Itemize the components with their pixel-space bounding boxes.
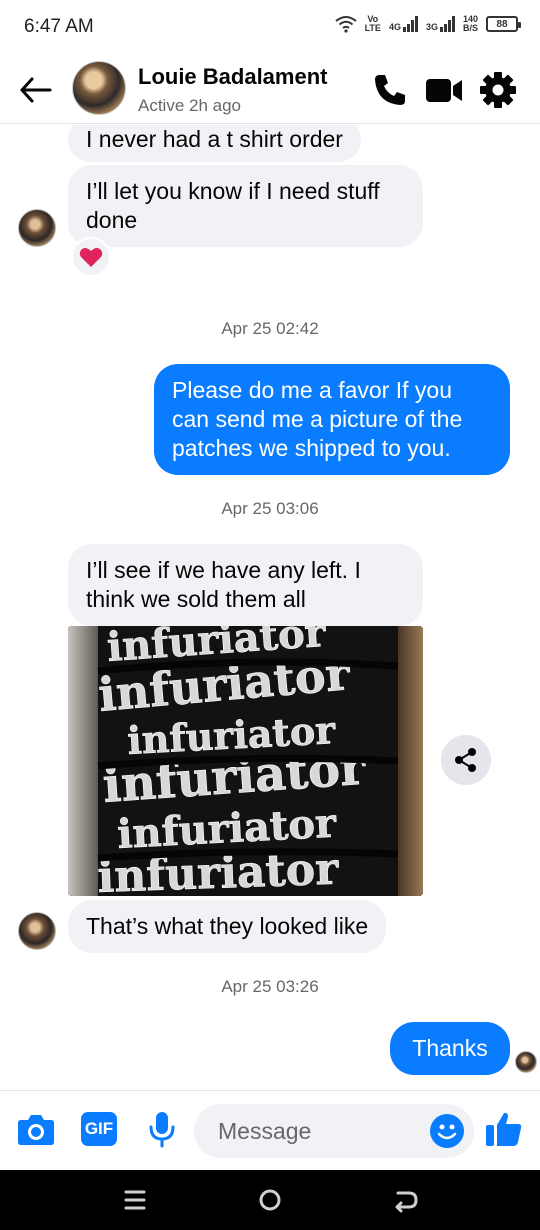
video-camera-icon[interactable] [424,70,464,110]
seen-receipt-avatar [515,1051,537,1073]
incoming-message[interactable]: I never had a t shirt order [68,125,361,162]
gif-button[interactable]: GIF [79,1109,119,1149]
sender-avatar[interactable] [18,209,56,247]
contact-name[interactable]: Louie Badalament [138,64,327,90]
back-arrow-icon[interactable] [18,74,54,106]
emoji-icon [437,1124,457,1140]
signal-1: 4G [389,16,418,32]
message-composer: GIF [0,1090,540,1170]
battery-icon: 88 [486,16,521,32]
signal-bars-icon [402,16,418,32]
outgoing-message[interactable]: Thanks [390,1022,510,1075]
like-button[interactable] [484,1109,524,1149]
signal-2: 3G [426,16,455,32]
status-indicators: Vo LTE 4G 3G 140 B/S 88 [334,14,521,33]
shared-photo[interactable]: infuriator infuriator infuriator infuria… [68,626,423,896]
timestamp-separator: Apr 25 03:06 [221,499,319,518]
message-reaction[interactable] [71,237,111,277]
gif-icon: GIF [81,1112,117,1146]
heart-icon [79,248,103,267]
thumbs-up-icon [486,1112,522,1146]
patch-photo-image: infuriator infuriator infuriator infuria… [68,626,423,896]
outgoing-message[interactable]: Please do me a favor If you can send me … [154,364,510,475]
timestamp-separator: Apr 25 03:26 [221,977,319,996]
incoming-message[interactable]: That’s what they looked like [68,900,387,953]
system-nav-bar [0,1170,540,1230]
volte-indicator: Vo LTE [364,14,381,33]
home-icon[interactable] [254,1184,286,1216]
camera-icon [18,1115,54,1145]
emoji-button[interactable] [430,1114,464,1148]
phone-icon[interactable] [370,70,410,110]
chat-header: Louie Badalament Active 2h ago [0,56,540,124]
status-time: 6:47 AM [24,16,94,37]
camera-button[interactable] [16,1109,56,1149]
message-list[interactable]: I never had a t shirt order I’ll let you… [0,125,540,1090]
incoming-message[interactable]: I’ll see if we have any left. I think we… [68,544,423,626]
incoming-message[interactable]: I’ll let you know if I need stuff done [68,165,423,247]
wifi-icon [334,16,357,33]
share-button[interactable] [441,735,491,785]
network-speed: 140 B/S [462,14,478,33]
gear-icon[interactable] [478,70,518,110]
status-bar: 6:47 AM Vo LTE 4G 3G 140 B/S 88 [0,0,540,56]
voice-button[interactable] [142,1109,182,1149]
recent-apps-icon[interactable] [119,1184,151,1216]
timestamp-separator: Apr 25 02:42 [221,319,319,338]
contact-status: Active 2h ago [138,96,242,115]
contact-avatar[interactable] [72,61,126,115]
signal-bars-icon [439,16,455,32]
sender-avatar[interactable] [18,912,56,950]
share-icon [455,748,476,772]
back-nav-icon[interactable] [389,1184,421,1216]
microphone-icon [149,1112,175,1148]
